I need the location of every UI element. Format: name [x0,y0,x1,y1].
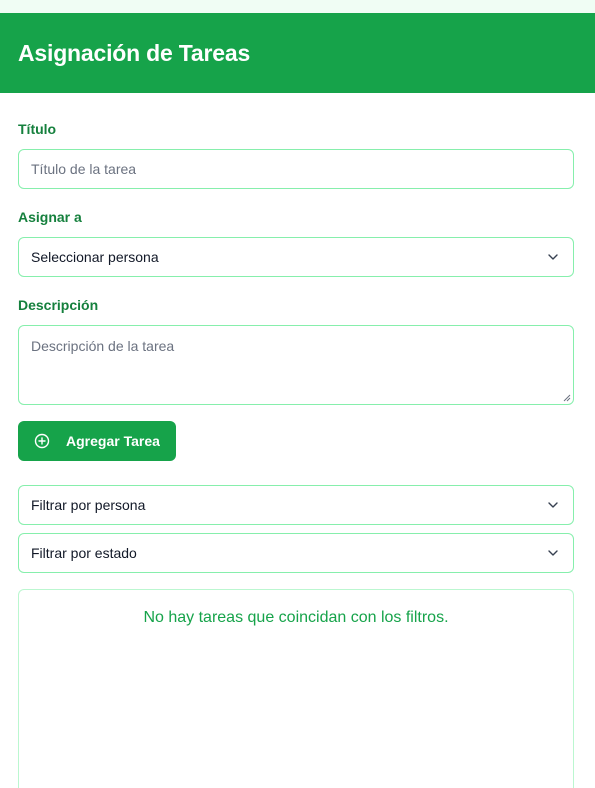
title-input-placeholder: Título de la tarea [31,161,137,177]
empty-state-message: No hay tareas que coincidan con los filt… [143,609,449,626]
filter-status-select[interactable]: Filtrar por estado [18,533,574,573]
task-list-panel: No hay tareas que coincidan con los filt… [18,589,574,788]
description-label: Descripción [18,297,99,313]
page-title: Asignación de Tareas [18,39,251,66]
filter-person-value: Filtrar por persona [31,497,146,513]
chevron-down-icon [548,502,558,508]
app-header: Asignación de Tareas [0,13,595,93]
description-textarea[interactable]: Descripción de la tarea [18,325,574,405]
chevron-down-icon [548,550,558,556]
chevron-down-icon [548,254,558,260]
add-task-button-label: Agregar Tarea [66,433,160,449]
filter-person-select[interactable]: Filtrar por persona [18,485,574,525]
filter-status-value: Filtrar por estado [31,545,137,561]
title-input[interactable]: Título de la tarea [18,149,574,189]
page-background-strip [0,0,595,13]
assign-select-value: Seleccionar persona [31,249,159,265]
task-assignment-card: Asignación de Tareas Título Título de la… [0,13,595,788]
description-placeholder: Descripción de la tarea [31,338,175,354]
resize-handle-icon[interactable] [561,392,571,402]
add-task-button[interactable]: Agregar Tarea [18,421,176,461]
assign-label: Asignar a [18,209,82,225]
title-label: Título [18,121,57,137]
plus-circle-icon [34,433,50,449]
assign-select[interactable]: Seleccionar persona [18,237,574,277]
